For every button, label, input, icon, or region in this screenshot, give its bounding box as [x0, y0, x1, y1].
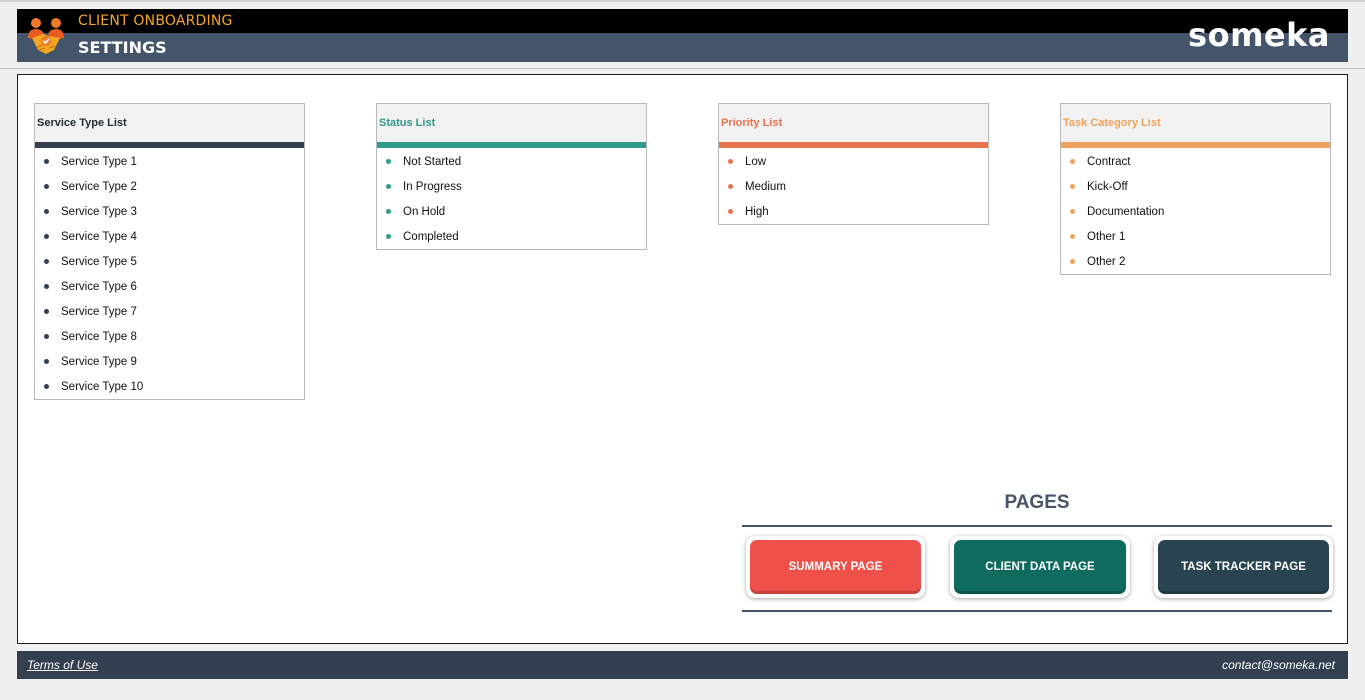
list-item: On Hold: [377, 199, 646, 224]
list-item: High: [719, 199, 988, 224]
list-item: In Progress: [377, 174, 646, 199]
list-item-label: Other 2: [1087, 255, 1126, 268]
list-item: Service Type 8: [35, 324, 304, 349]
list-item: Medium: [719, 174, 988, 199]
list-item-label: Service Type 7: [61, 305, 137, 318]
task-tracker-page-button-label[interactable]: TASK TRACKER PAGE: [1158, 540, 1329, 594]
list-item: Service Type 9: [35, 349, 304, 374]
list-title: Service Type List: [35, 104, 304, 142]
bullet-icon: [386, 184, 391, 189]
bullet-icon: [44, 184, 49, 189]
list-item-label: Kick-Off: [1087, 180, 1128, 193]
list-item-label: On Hold: [403, 205, 446, 218]
bullet-icon: [44, 159, 49, 164]
bullet-icon: [44, 259, 49, 264]
contact-email: contact@someka.net: [1222, 658, 1335, 672]
list-item-label: Service Type 2: [61, 180, 137, 193]
bullet-icon: [44, 284, 49, 289]
list-title: Status List: [377, 104, 646, 142]
bullet-icon: [1070, 259, 1075, 264]
list-item: Service Type 1: [35, 149, 304, 174]
list-item-label: Service Type 1: [61, 155, 137, 168]
list-item: Service Type 5: [35, 249, 304, 274]
page-title: SETTINGS: [78, 38, 167, 57]
list-item-label: Low: [745, 155, 767, 168]
bullet-icon: [1070, 209, 1075, 214]
bullet-icon: [44, 234, 49, 239]
bullet-icon: [728, 209, 733, 214]
list-item: Service Type 4: [35, 224, 304, 249]
list-item: Service Type 3: [35, 199, 304, 224]
header-separator: [0, 68, 1365, 69]
bullet-icon: [386, 209, 391, 214]
bullet-icon: [1070, 184, 1075, 189]
list-item: Service Type 10: [35, 374, 304, 399]
list-item-label: Service Type 9: [61, 355, 137, 368]
bullet-icon: [728, 184, 733, 189]
top-border: [0, 0, 1365, 2]
bullet-icon: [728, 159, 733, 164]
list-item-label: Service Type 8: [61, 330, 137, 343]
list-item-label: Contract: [1087, 155, 1131, 168]
bullet-icon: [1070, 159, 1075, 164]
list-item-label: Not Started: [403, 155, 462, 168]
header-banner: CLIENT ONBOARDING SETTINGS someka: [17, 9, 1348, 62]
list-title: Task Category List: [1061, 104, 1330, 142]
list-item: Service Type 2: [35, 174, 304, 199]
list-item-label: Other 1: [1087, 230, 1126, 243]
task-tracker-page-button[interactable]: TASK TRACKER PAGE: [1154, 536, 1333, 598]
pages-top-divider: [742, 525, 1332, 527]
bullet-icon: [44, 359, 49, 364]
list-item: Kick-Off: [1061, 174, 1330, 199]
list-item-label: Service Type 10: [61, 380, 144, 393]
bullet-icon: [44, 309, 49, 314]
bullet-icon: [44, 384, 49, 389]
list-item: Contract: [1061, 149, 1330, 174]
summary-page-button-label[interactable]: SUMMARY PAGE: [750, 540, 921, 594]
status-list: Status List Not Started In Progress On Hol…: [376, 103, 647, 250]
list-item-label: Documentation: [1087, 205, 1165, 218]
list-item-label: Service Type 5: [61, 255, 137, 268]
bullet-icon: [44, 209, 49, 214]
list-item-label: Service Type 3: [61, 205, 137, 218]
task-category-list: Task Category List Contract Kick-Off Docum…: [1060, 103, 1331, 275]
pages-bottom-divider: [742, 610, 1332, 612]
priority-list: Priority List Low Medium High: [718, 103, 989, 225]
terms-of-use-link[interactable]: Terms of Use: [27, 658, 98, 672]
bullet-icon: [386, 159, 391, 164]
client-data-page-button[interactable]: CLIENT DATA PAGE: [950, 536, 1130, 598]
bullet-icon: [44, 334, 49, 339]
pages-heading: PAGES: [1004, 492, 1070, 513]
list-item-label: Service Type 6: [61, 280, 137, 293]
list-item: Service Type 7: [35, 299, 304, 324]
list-item: Documentation: [1061, 199, 1330, 224]
bullet-icon: [386, 234, 391, 239]
summary-page-button[interactable]: SUMMARY PAGE: [746, 536, 925, 598]
footer-bar: Terms of Use contact@someka.net: [17, 651, 1348, 679]
list-title: Priority List: [719, 104, 988, 142]
list-item-label: High: [745, 205, 769, 218]
list-item-label: Medium: [745, 180, 786, 193]
header-bottom-band: [17, 33, 1348, 62]
settings-panel: Service Type List Service Type 1 Service …: [17, 74, 1348, 644]
app-title: CLIENT ONBOARDING: [78, 13, 233, 29]
client-data-page-button-label[interactable]: CLIENT DATA PAGE: [954, 540, 1126, 594]
service-type-list: Service Type List Service Type 1 Service …: [34, 103, 305, 400]
bullet-icon: [1070, 234, 1075, 239]
list-item-label: In Progress: [403, 180, 462, 193]
list-item: Other 1: [1061, 224, 1330, 249]
list-item: Low: [719, 149, 988, 174]
list-item: Other 2: [1061, 249, 1330, 274]
list-item-label: Completed: [403, 230, 459, 243]
list-item: Service Type 6: [35, 274, 304, 299]
list-item-label: Service Type 4: [61, 230, 137, 243]
list-item: Completed: [377, 224, 646, 249]
someka-logo[interactable]: someka: [1188, 15, 1330, 55]
list-item: Not Started: [377, 149, 646, 174]
handshake-people-icon: [28, 18, 64, 54]
